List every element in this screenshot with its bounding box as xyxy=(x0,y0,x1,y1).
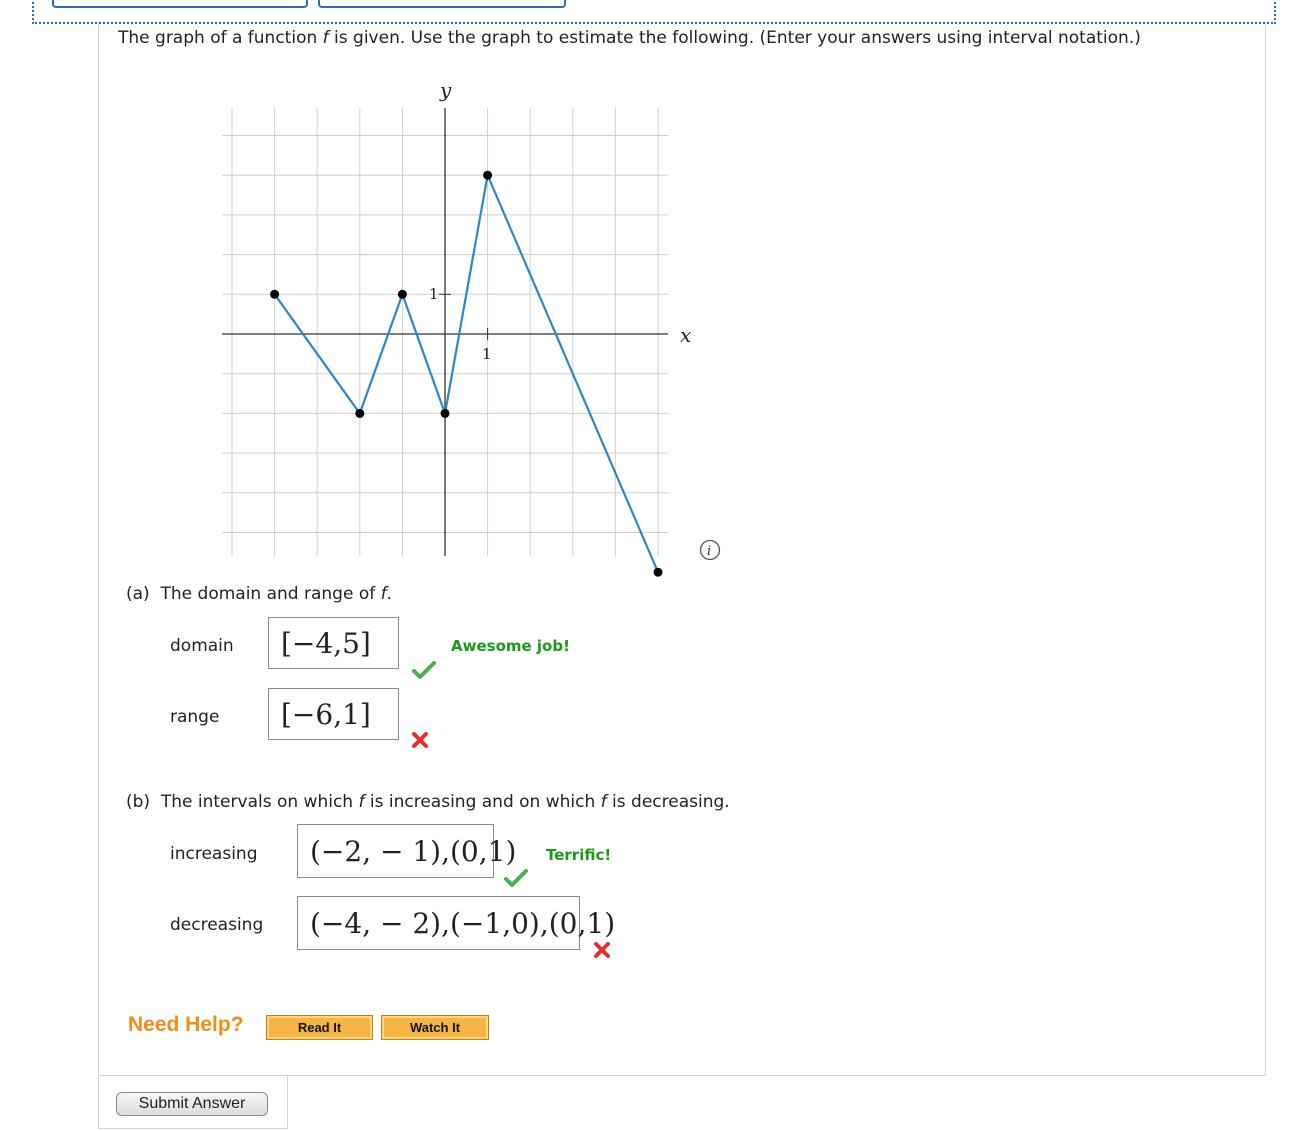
graph-point xyxy=(483,170,493,180)
x-tick-label: 1 xyxy=(482,345,492,363)
domain-label: domain xyxy=(170,636,234,656)
watch-it-button[interactable]: Watch It xyxy=(381,1015,489,1040)
read-it-button[interactable]: Read It xyxy=(266,1015,373,1040)
decreasing-answer-input[interactable]: (−4, − 2),(−1,0),(0,1) xyxy=(297,896,615,950)
increasing-feedback: Terrific! xyxy=(546,846,612,864)
graph-point xyxy=(397,289,407,299)
increasing-label: increasing xyxy=(170,844,258,864)
increasing-check-icon xyxy=(504,869,528,887)
part-b-header: (b) The intervals on which f is increasi… xyxy=(126,792,730,812)
svg-text:i: i xyxy=(707,544,711,559)
decreasing-cross-icon xyxy=(594,942,610,958)
x-axis-label: x xyxy=(680,323,691,347)
increasing-answer-input[interactable]: (−2, − 1),(0,1) xyxy=(297,824,516,878)
part-a-header: (a) The domain and range of f. xyxy=(126,584,393,604)
graph-point xyxy=(440,408,450,418)
info-icon[interactable]: i xyxy=(699,539,721,561)
graph-point xyxy=(270,289,280,299)
range-label: range xyxy=(170,707,220,727)
graph-point xyxy=(355,408,365,418)
graph-point xyxy=(653,567,663,577)
domain-feedback: Awesome job! xyxy=(451,637,570,655)
domain-answer-input[interactable]: [−4,5] xyxy=(268,617,399,669)
range-answer-input[interactable]: [−6,1] xyxy=(268,688,399,740)
submit-answer-button[interactable]: Submit Answer xyxy=(116,1092,268,1116)
function-graph: y x 1 1 xyxy=(222,78,691,577)
range-cross-icon xyxy=(412,732,428,748)
y-axis-label: y xyxy=(439,78,452,102)
need-help-title: Need Help? xyxy=(128,1013,244,1036)
domain-check-icon xyxy=(412,661,436,679)
decreasing-label: decreasing xyxy=(170,915,264,935)
y-tick-label: 1 xyxy=(429,285,439,303)
